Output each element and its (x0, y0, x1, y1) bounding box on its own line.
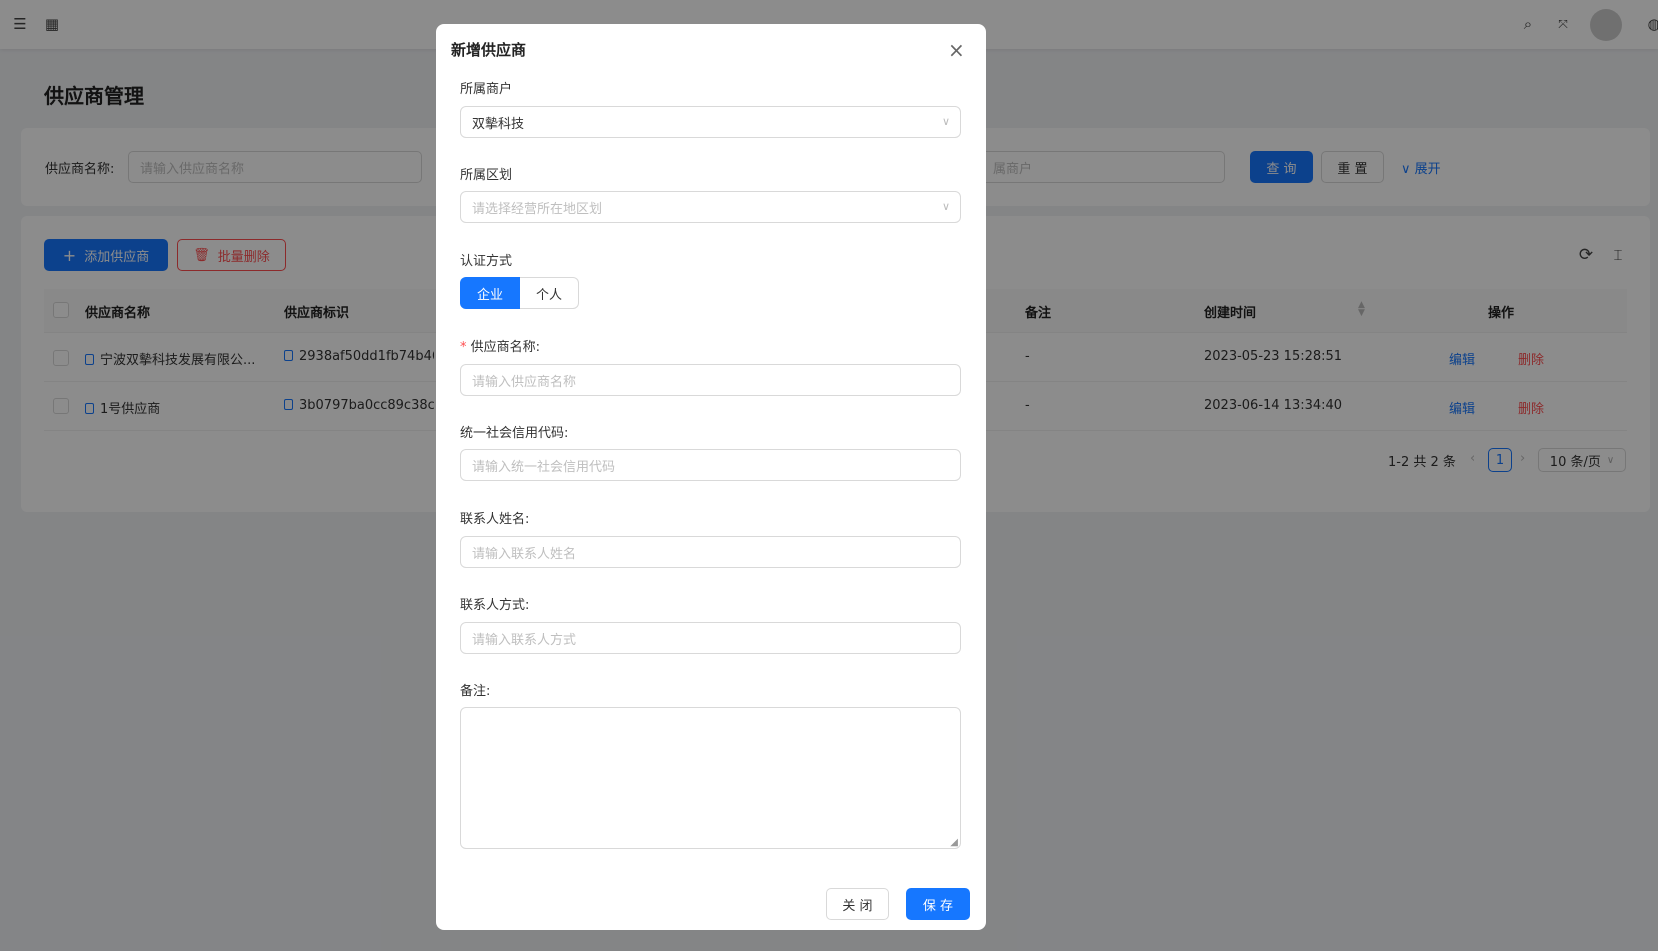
close-button[interactable]: 关 闭 (826, 888, 889, 920)
contact-phone-label: 联系人方式: (460, 598, 530, 613)
contact-phone-input[interactable]: 请输入联系人方式 (460, 622, 961, 654)
chevron-down-icon: ∨ (941, 200, 950, 213)
chevron-down-icon: ∨ (941, 115, 950, 128)
region-label: 所属区划 (460, 168, 513, 183)
merchant-select[interactable]: 双摰科技 ∨ (460, 106, 961, 138)
auth-option-enterprise[interactable]: 企业 (460, 277, 520, 309)
save-button[interactable]: 保 存 (906, 888, 970, 920)
credit-code-input[interactable]: 请输入统一社会信用代码 (460, 449, 961, 481)
supplier-name-label-text: 供应商名称: (470, 340, 541, 355)
credit-code-label: 统一社会信用代码: (460, 426, 569, 441)
auth-label: 认证方式 (460, 254, 513, 269)
auth-radio-group: 企业 个人 (460, 277, 579, 309)
required-mark: * (460, 340, 471, 355)
supplier-name-input[interactable]: 请输入供应商名称 (460, 364, 961, 396)
remark-textarea[interactable]: ◢ (460, 707, 961, 849)
merchant-label: 所属商户 (460, 82, 513, 97)
contact-name-input[interactable]: 请输入联系人姓名 (460, 536, 961, 568)
supplier-name-label: * 供应商名称: (460, 336, 540, 355)
modal-title: 新增供应商 (451, 41, 527, 59)
merchant-value: 双摰科技 (472, 116, 525, 132)
region-placeholder: 请选择经营所在地区划 (472, 201, 603, 217)
add-supplier-modal: 新增供应商 × 所属商户 双摰科技 ∨ 所属区划 请选择经营所在地区划 ∨ 认证方式… (436, 24, 986, 930)
close-icon[interactable]: × (948, 38, 965, 62)
remark-label: 备注: (460, 684, 491, 699)
contact-name-label: 联系人姓名: (460, 512, 530, 527)
resize-handle-icon[interactable]: ◢ (950, 837, 958, 848)
auth-option-individual[interactable]: 个人 (520, 277, 579, 309)
region-select[interactable]: 请选择经营所在地区划 ∨ (460, 191, 961, 223)
